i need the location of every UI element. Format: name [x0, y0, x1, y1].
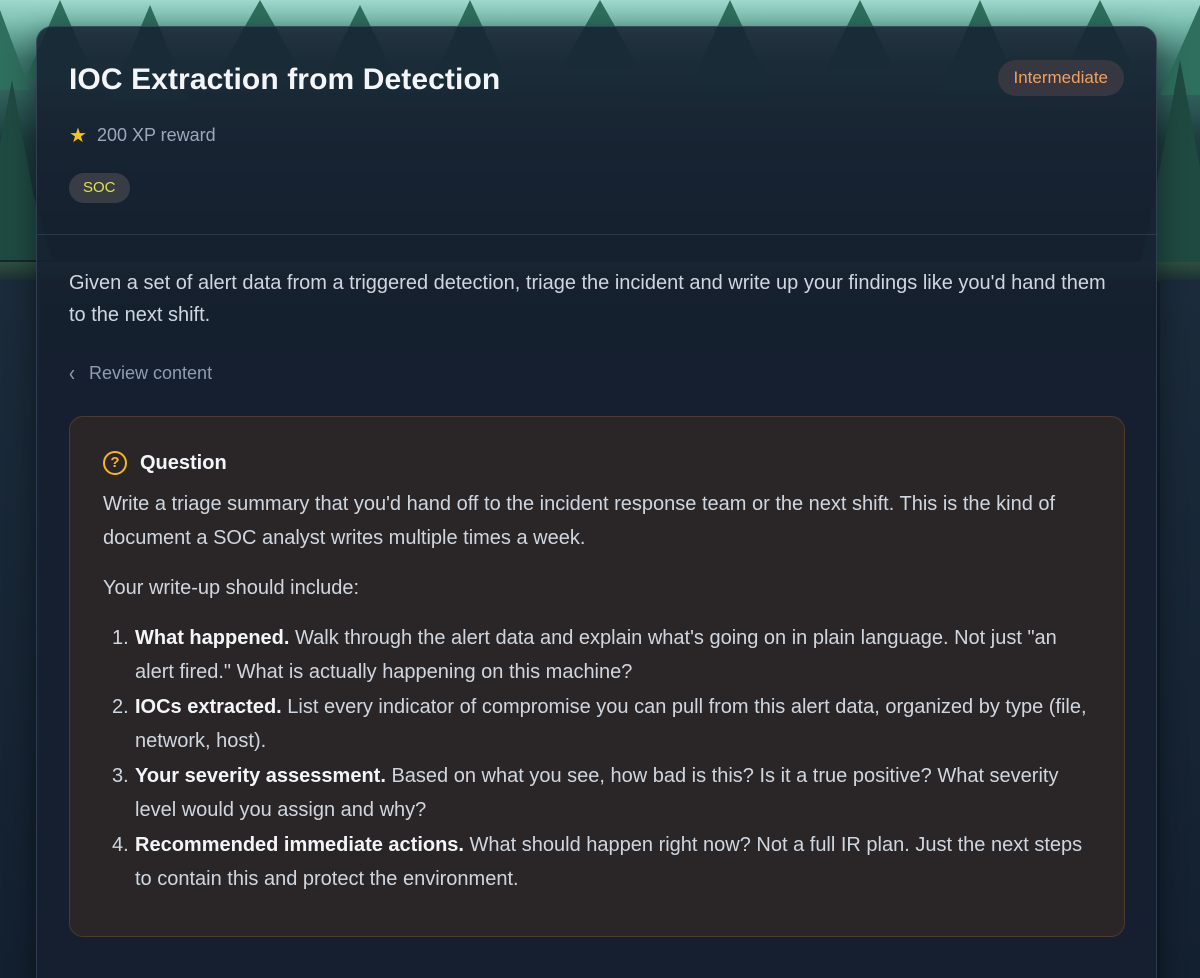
difficulty-badge: Intermediate: [997, 60, 1124, 96]
question-header: ? Question: [103, 451, 1092, 475]
card-header: IOC Extraction from Detection Intermedia…: [37, 27, 1156, 235]
background-right-edge: [1160, 280, 1200, 978]
list-item: 2. IOCs extracted. List every indicator …: [103, 690, 1092, 758]
challenge-description: Given a set of alert data from a trigger…: [69, 272, 1106, 326]
review-content-link[interactable]: ‹ Review content: [69, 359, 213, 386]
category-tag: SOC: [69, 173, 130, 203]
question-panel: ? Question Write a triage summary that y…: [69, 416, 1125, 937]
list-item: 1. What happened. Walk through the alert…: [103, 621, 1092, 689]
xp-reward: ★ 200 XP reward: [69, 125, 216, 146]
list-item-title: What happened.: [135, 627, 290, 649]
list-item-number: 2.: [112, 696, 129, 718]
question-circle-icon: ?: [103, 451, 127, 475]
list-item: 3. Your severity assessment. Based on wh…: [103, 759, 1092, 827]
chevron-left-icon: ‹: [69, 359, 75, 386]
star-icon: ★: [69, 124, 87, 147]
list-item: 4. Recommended immediate actions. What s…: [103, 828, 1092, 896]
list-item-number: 4.: [112, 834, 129, 856]
xp-reward-label: 200 XP reward: [96, 125, 216, 145]
list-item-number: 1.: [112, 627, 129, 649]
card-body: Given a set of alert data from a trigger…: [37, 267, 1156, 937]
question-text: Write a triage summary that you'd hand o…: [103, 493, 1056, 549]
question-intro: Your write-up should include:: [103, 577, 360, 599]
list-item-title: Recommended immediate actions.: [135, 834, 464, 856]
list-item-number: 3.: [112, 765, 129, 787]
review-content-label: Review content: [89, 363, 213, 383]
list-item-title: IOCs extracted.: [135, 696, 282, 718]
requirements-list: 1. What happened. Walk through the alert…: [103, 621, 1092, 896]
list-item-title: Your severity assessment.: [135, 765, 386, 787]
challenge-card: IOC Extraction from Detection Intermedia…: [36, 26, 1157, 978]
page-title: IOC Extraction from Detection: [69, 63, 501, 96]
question-label: Question: [140, 451, 227, 474]
background-left-edge: [0, 280, 40, 978]
